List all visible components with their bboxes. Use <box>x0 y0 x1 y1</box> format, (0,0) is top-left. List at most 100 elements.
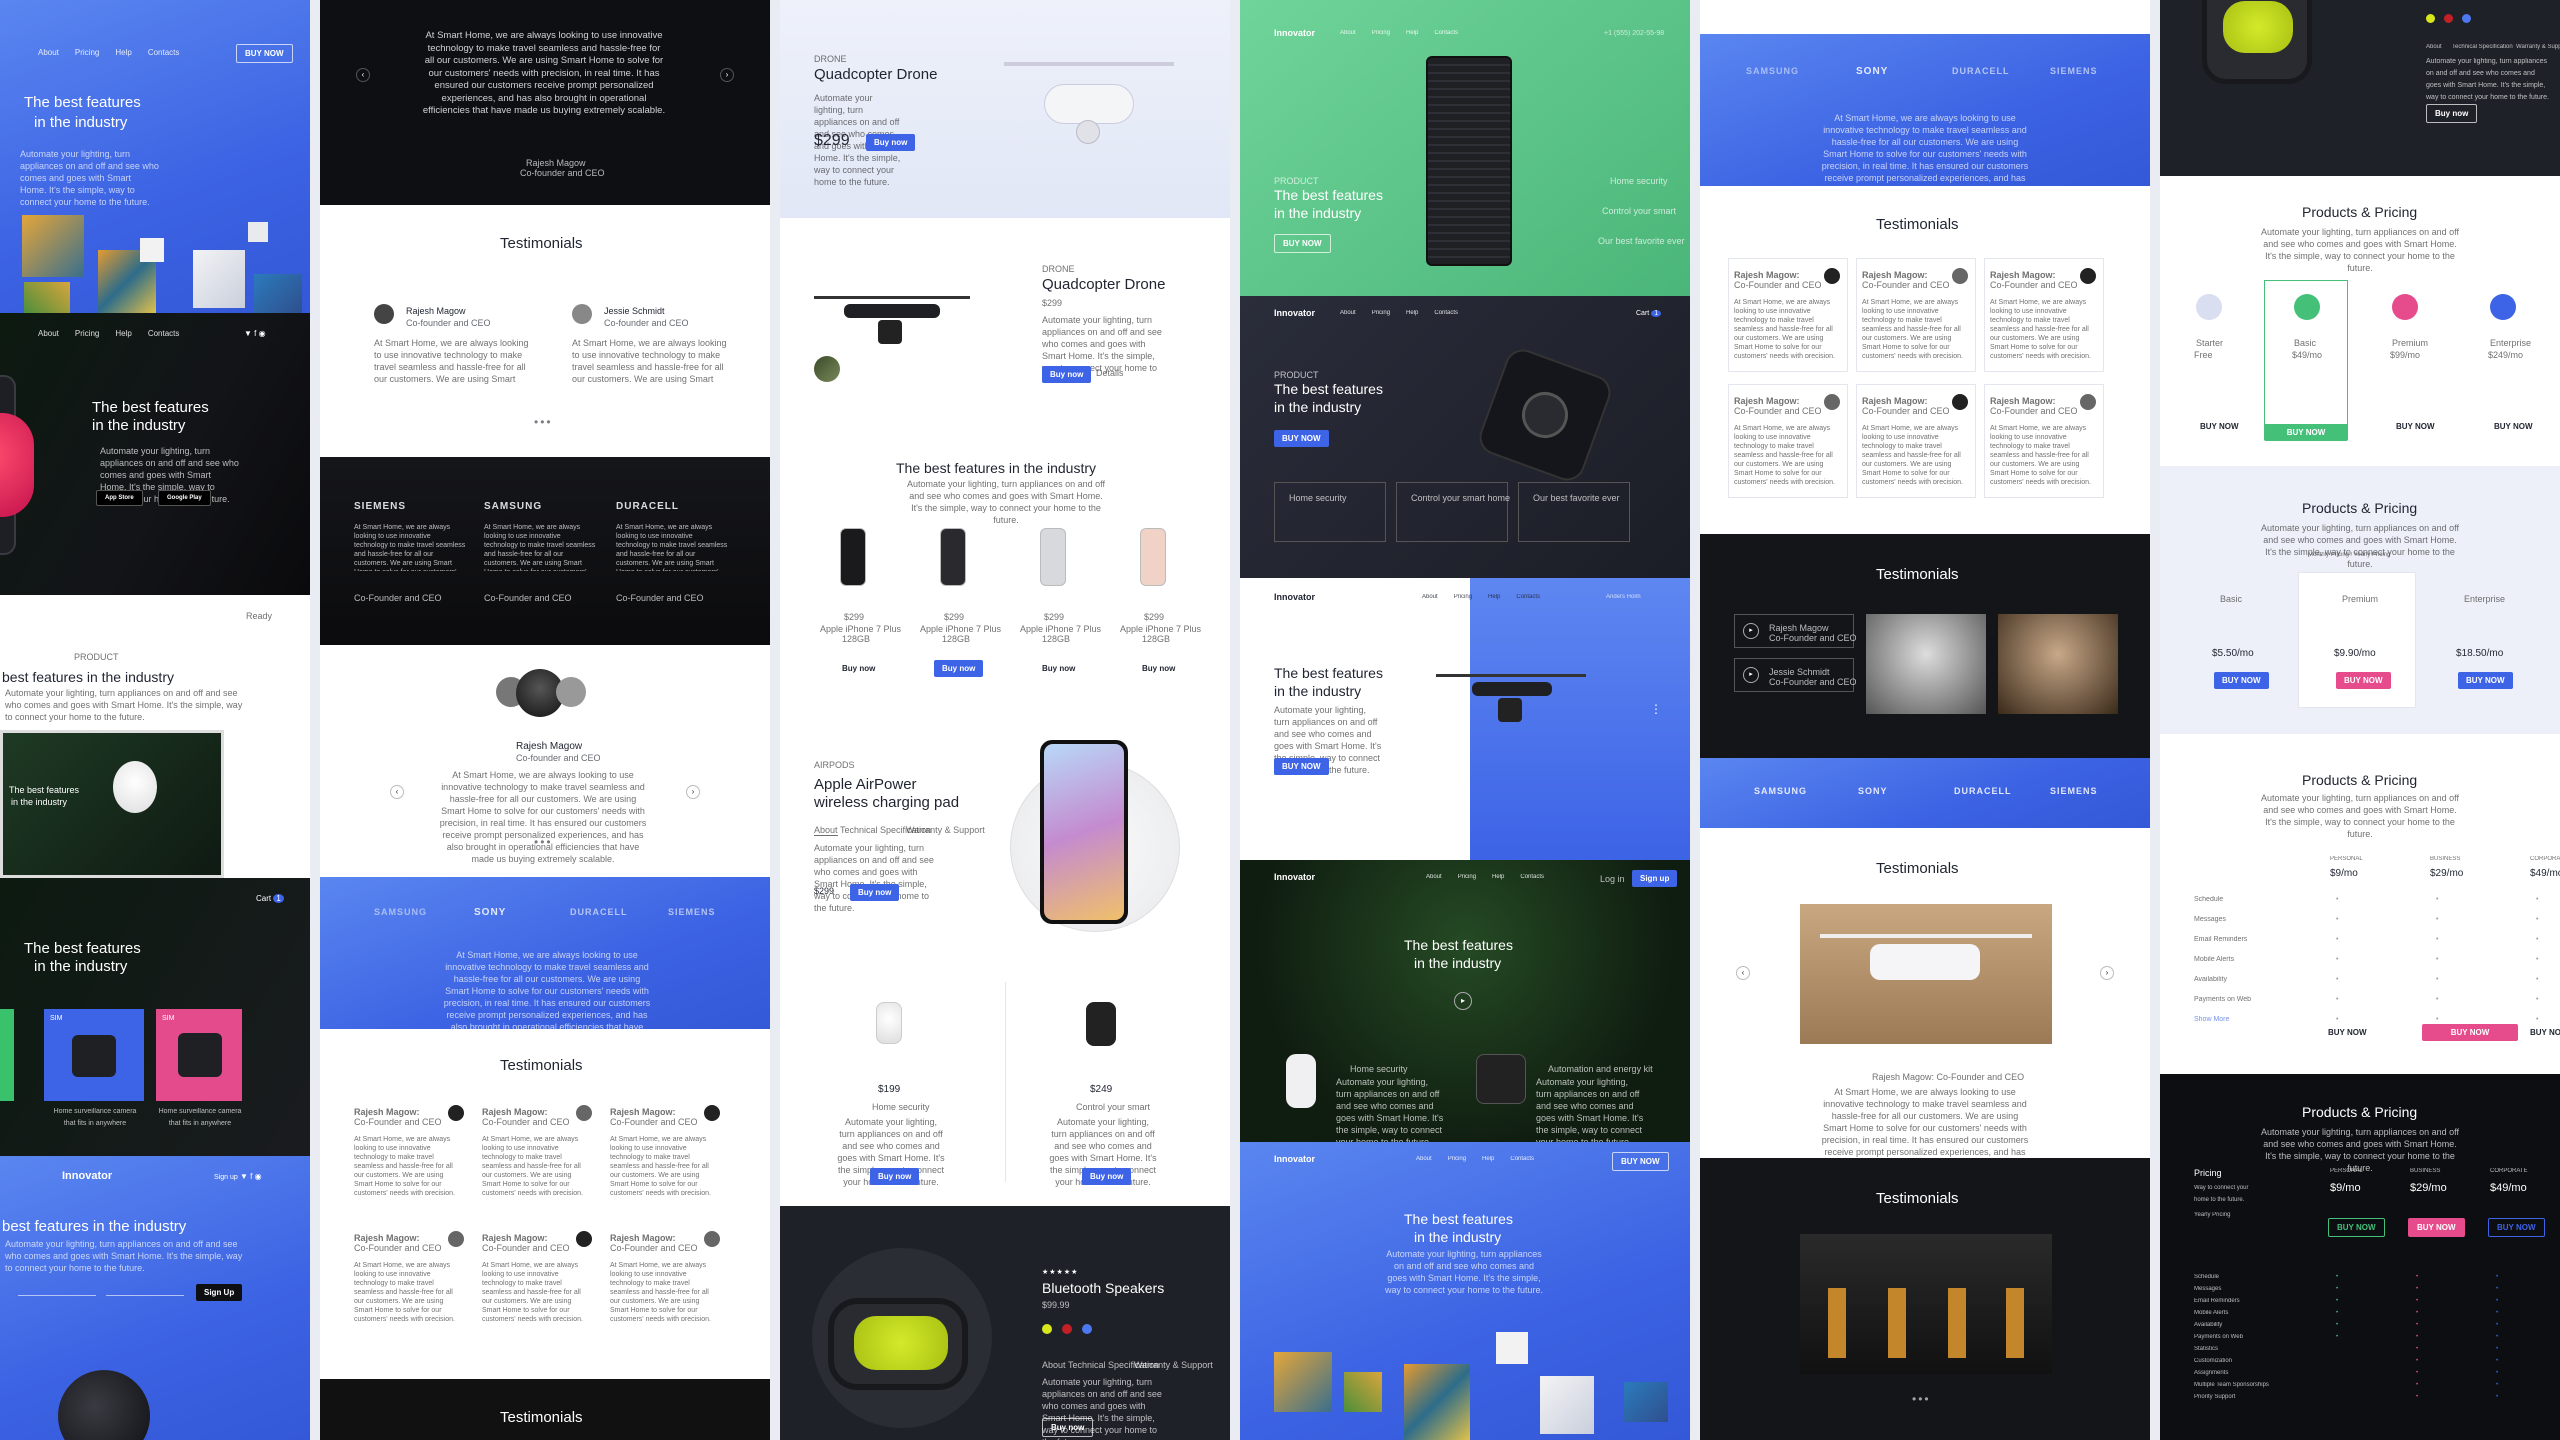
buy-now-button[interactable]: Buy now <box>866 134 916 151</box>
video-item-2[interactable]: ▸ Jessie Schmidt Co-Founder and CEO <box>1734 658 1857 692</box>
tab-warranty[interactable]: Warranty & Support <box>1134 1360 1213 1370</box>
color-swatch-yellow[interactable] <box>2426 14 2435 23</box>
video-thumb-main[interactable] <box>1866 614 1986 714</box>
feature-card-3[interactable]: Our best favorite ever <box>1518 482 1630 542</box>
sign-up-button[interactable]: Sign up <box>1632 870 1678 887</box>
buy-now-button[interactable]: Buy now <box>1082 1168 1132 1185</box>
color-swatch-blue[interactable] <box>2462 14 2471 23</box>
avatar <box>448 1231 464 1247</box>
section-title: Testimonials <box>1876 566 1959 583</box>
yearly-toggle[interactable]: Yearly Pricing <box>2194 1212 2230 1218</box>
feature-1: Home security <box>1350 1064 1408 1074</box>
color-swatch-yellow[interactable] <box>1042 1324 1052 1334</box>
nav-pricing[interactable]: Pricing <box>75 48 99 57</box>
password-field[interactable] <box>106 1282 184 1296</box>
buy-now-button[interactable]: BUY NOW <box>2336 672 2391 689</box>
testimonial-text: At Smart Home, we are always looking to … <box>482 1262 583 1321</box>
plan-price: $18.50/mo <box>2456 648 2504 659</box>
buy-now-button[interactable]: BUY NOW <box>2192 418 2247 435</box>
product-card-pink[interactable]: SIM <box>156 1009 242 1101</box>
chevron-right-icon[interactable]: › <box>2100 966 2114 980</box>
carousel-dots[interactable]: ••• <box>534 835 553 849</box>
buy-now-button[interactable]: Buy now <box>1042 366 1092 383</box>
chevron-right-icon[interactable]: › <box>686 785 700 799</box>
social-icons[interactable]: ▼ f ◉ <box>244 329 266 338</box>
color-swatch-blue[interactable] <box>1082 1324 1092 1334</box>
buy-now-button[interactable]: BUY NOW <box>1274 234 1331 253</box>
buy-now-button[interactable]: BUY NOW <box>2422 1024 2518 1041</box>
buy-now-button[interactable]: BUY NOW <box>1274 430 1329 447</box>
social-icons[interactable]: ▼ f ◉ <box>240 1172 262 1181</box>
buy-now-button[interactable]: BUY NOW <box>236 44 293 63</box>
chevron-left-icon[interactable]: ‹ <box>390 785 404 799</box>
feature-text: Automate your lighting, turn appliances … <box>1336 1077 1444 1142</box>
play-icon[interactable]: ▸ <box>1454 992 1472 1010</box>
sign-up-button[interactable]: Sign Up <box>196 1284 243 1301</box>
logo[interactable]: Innovator <box>1274 28 1315 38</box>
cart[interactable]: Cart 1 <box>1636 310 1662 317</box>
logo[interactable]: Innovator <box>1274 592 1315 602</box>
buy-now-button[interactable]: BUY NOW <box>2214 672 2269 689</box>
buy-now-button[interactable]: Buy now <box>1134 660 1183 677</box>
tab-tech-spec[interactable]: Technical Specification <box>2452 44 2513 50</box>
tab-about[interactable]: About <box>814 825 838 836</box>
chevron-right-icon[interactable]: › <box>720 68 734 82</box>
buy-now-button[interactable]: BUY NOW <box>2320 1024 2375 1041</box>
video-thumb-2[interactable] <box>1998 614 2118 714</box>
logo[interactable]: Innovator <box>1274 308 1315 318</box>
buy-now-button[interactable]: BUY NOW <box>2264 424 2348 441</box>
app-store-button[interactable]: App Store <box>96 490 143 506</box>
nav-about[interactable]: About <box>38 48 59 57</box>
logo[interactable]: Innovator <box>1274 1154 1315 1164</box>
buy-now-button[interactable]: BUY NOW <box>2458 672 2513 689</box>
details-link[interactable]: Details <box>1096 368 1124 378</box>
buy-now-button[interactable]: BUY NOW <box>2388 418 2443 435</box>
feature-check: • <box>2336 1016 2339 1023</box>
buy-now-button[interactable]: Buy now <box>2426 104 2478 123</box>
chevron-left-icon[interactable]: ‹ <box>356 68 370 82</box>
buy-now-button[interactable]: Buy now <box>934 660 984 677</box>
feature-card-2[interactable]: Control your smart home <box>1396 482 1510 542</box>
buy-now-button[interactable]: Buy now <box>834 660 883 677</box>
logo[interactable]: Innovator <box>1274 872 1315 882</box>
google-play-button[interactable]: Google Play <box>158 490 211 506</box>
cart[interactable]: Cart 1 <box>256 894 284 903</box>
buy-now-button[interactable]: BUY NOW <box>1612 1152 1669 1171</box>
nav-contacts[interactable]: Contacts <box>148 48 180 57</box>
buy-now-button[interactable]: BUY NOW <box>2328 1218 2385 1237</box>
more-icon[interactable]: ⋮ <box>1650 702 1662 716</box>
color-swatch-red[interactable] <box>2444 14 2453 23</box>
tab-warranty[interactable]: Warranty & Support <box>906 825 985 835</box>
buy-now-button[interactable]: BUY NOW <box>2522 1024 2560 1041</box>
video-item-1[interactable]: ▸ Rajesh Magow Co-Founder and CEO <box>1734 614 1857 648</box>
buy-now-button[interactable]: Buy now <box>1042 1418 1094 1437</box>
tier-name: BUSINESS <box>2430 856 2461 862</box>
buy-now-button[interactable]: BUY NOW <box>2408 1218 2465 1237</box>
nav-help[interactable]: Help <box>115 48 131 57</box>
color-swatch-red[interactable] <box>1062 1324 1072 1334</box>
feature-card-1[interactable]: Home security <box>1274 482 1386 542</box>
sign-up-link[interactable]: Sign up <box>214 1174 238 1181</box>
log-in-link[interactable]: Log in <box>1600 874 1625 884</box>
buy-now-button[interactable]: BUY NOW <box>1274 758 1329 775</box>
thumbnail[interactable] <box>814 356 840 382</box>
tab-warranty[interactable]: Warranty & Support <box>2516 44 2560 50</box>
product-card-green[interactable] <box>0 1009 14 1101</box>
buy-now-button[interactable]: Buy now <box>1034 660 1083 677</box>
carousel-dots[interactable]: ••• <box>534 415 553 429</box>
chevron-left-icon[interactable]: ‹ <box>1736 966 1750 980</box>
feature-2: Automation and energy kit <box>1548 1064 1653 1074</box>
buy-now-button[interactable]: BUY NOW <box>2486 418 2541 435</box>
buy-now-button[interactable]: BUY NOW <box>2488 1218 2545 1237</box>
buy-now-button[interactable]: Buy now <box>870 1168 920 1185</box>
user-name[interactable]: Anders Holm <box>1606 594 1641 600</box>
buy-now-button[interactable]: Buy now <box>850 884 900 901</box>
tab-about[interactable]: About <box>2426 44 2442 50</box>
product-card-blue[interactable]: SIM <box>44 1009 144 1101</box>
avatar <box>374 304 394 324</box>
logo[interactable]: Innovator <box>62 1170 112 1182</box>
email-field[interactable] <box>18 1282 96 1296</box>
carousel-dots[interactable]: ••• <box>1912 1392 1931 1406</box>
tab-about[interactable]: About <box>1042 1360 1066 1370</box>
billing-toggle[interactable]: Monthly Pricing / Yearly Pricing <box>2308 552 2390 558</box>
